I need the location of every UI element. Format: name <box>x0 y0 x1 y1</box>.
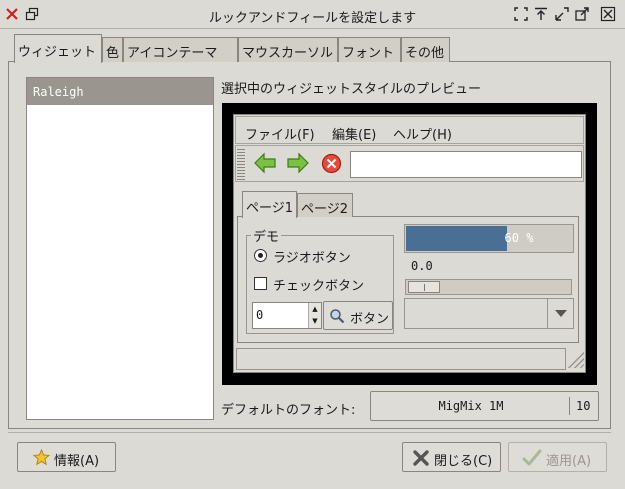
resize-window-icon[interactable] <box>574 6 590 22</box>
font-name: MigMix 1M <box>438 399 504 413</box>
close-button[interactable]: 閉じる(C) <box>402 442 501 472</box>
check-icon <box>522 449 542 466</box>
progress-text: 60 % <box>504 231 534 245</box>
theme-list[interactable]: Raleigh <box>26 77 214 420</box>
apply-button[interactable]: 適用(A) <box>508 442 607 472</box>
spin-button[interactable]: 0 ▲ ▼ <box>252 302 322 329</box>
radio-button[interactable] <box>254 249 267 262</box>
scale-slider[interactable] <box>405 279 572 295</box>
tab-widget[interactable]: ウィジェット <box>14 34 102 63</box>
toolbar-entry[interactable] <box>350 151 582 178</box>
close-button-label: 閉じる(C) <box>434 454 493 469</box>
tab-font[interactable]: フォント <box>338 37 401 62</box>
menu-edit[interactable]: 編集(E) <box>332 124 376 143</box>
demo-group-title: デモ <box>251 226 282 245</box>
default-font-label: デフォルトのフォント: <box>221 403 356 418</box>
button-separator <box>8 432 611 433</box>
info-button[interactable]: 情報(A) <box>17 442 116 472</box>
preview-label: 選択中のウィジェットスタイルのプレビュー <box>221 82 482 97</box>
combo-arrow[interactable] <box>547 299 573 328</box>
resize-grip-icon[interactable] <box>568 352 584 368</box>
preview-menubar: ファイル(F) 編集(E) ヘルプ(H) <box>235 116 584 144</box>
tab-page1[interactable]: ページ1 <box>242 191 297 218</box>
button-label: ボタン <box>350 312 390 327</box>
menu-help[interactable]: ヘルプ(H) <box>393 124 452 143</box>
search-button[interactable]: ボタン <box>323 301 393 330</box>
font-size: 10 <box>576 399 591 413</box>
tab-color[interactable]: 色 <box>102 37 123 62</box>
apply-button-label: 適用(A) <box>546 454 592 469</box>
chevron-down-icon <box>555 310 567 317</box>
maximize-icon[interactable] <box>513 6 529 22</box>
font-separator <box>569 397 570 415</box>
tab-page2[interactable]: ページ2 <box>297 193 353 217</box>
progress-bar: 60 % <box>404 224 574 253</box>
check-button[interactable] <box>254 277 267 290</box>
toolbar-grip[interactable] <box>237 147 245 180</box>
font-chooser-button[interactable]: MigMix 1M 10 <box>370 391 599 421</box>
combo-box[interactable] <box>404 298 574 329</box>
spin-value: 0 <box>256 308 264 322</box>
tab-other[interactable]: その他 <box>401 37 450 62</box>
title-bar: ルックアンドフィールを設定します <box>0 0 625 29</box>
back-arrow-icon[interactable] <box>253 152 277 174</box>
theme-list-item[interactable]: Raleigh <box>27 78 213 105</box>
tab-icon-theme[interactable]: アイコンテーマ <box>123 37 238 62</box>
close-window-icon[interactable] <box>600 6 616 22</box>
check-label: チェックボタン <box>273 279 365 294</box>
tab-mouse-cursor[interactable]: マウスカーソル <box>238 37 338 62</box>
preview-statusbar <box>236 348 566 370</box>
radio-label: ラジオボタン <box>273 251 351 266</box>
menu-file[interactable]: ファイル(F) <box>245 124 315 143</box>
close-x-icon <box>413 450 429 466</box>
forward-arrow-icon[interactable] <box>286 152 310 174</box>
star-icon <box>33 449 50 466</box>
stop-icon[interactable] <box>321 153 342 174</box>
minimize-icon[interactable] <box>554 6 570 22</box>
spin-arrows[interactable]: ▲ ▼ <box>308 303 321 328</box>
scale-thumb[interactable] <box>408 281 440 293</box>
info-button-label: 情報(A) <box>54 454 100 469</box>
keep-above-icon[interactable] <box>533 6 549 22</box>
window-title: ルックアンドフィールを設定します <box>208 11 417 26</box>
magnifier-icon <box>330 309 345 324</box>
scale-value: 0.0 <box>411 259 433 273</box>
